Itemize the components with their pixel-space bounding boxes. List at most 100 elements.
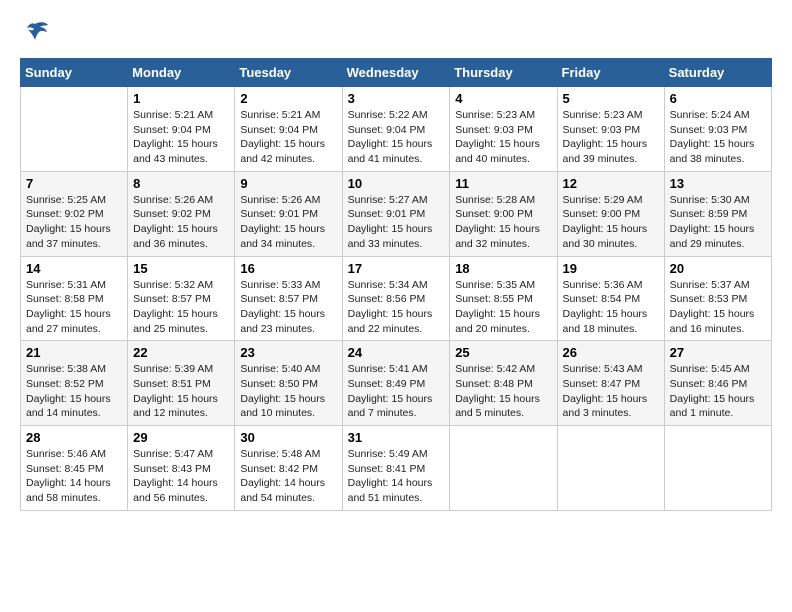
calendar-week-row: 14Sunrise: 5:31 AMSunset: 8:58 PMDayligh…	[21, 256, 772, 341]
calendar-cell: 9Sunrise: 5:26 AMSunset: 9:01 PMDaylight…	[235, 171, 342, 256]
cell-content: Sunrise: 5:48 AM	[240, 447, 336, 462]
cell-content: Daylight: 15 hours	[563, 137, 659, 152]
calendar-cell: 27 Sunrise: 5:45 AMSunset: 8:46 PMDayligh…	[664, 341, 771, 426]
cell-content: and 58 minutes.	[26, 491, 122, 506]
cell-content: Sunset: 9:01 PM	[348, 207, 445, 222]
cell-content: Daylight: 15 hours	[670, 392, 766, 407]
date-number: 19	[563, 261, 659, 276]
date-number: 13	[670, 176, 766, 191]
calendar-cell	[557, 426, 664, 511]
calendar-cell: 15Sunrise: 5:32 AMSunset: 8:57 PMDayligh…	[128, 256, 235, 341]
date-number: 15	[133, 261, 229, 276]
calendar-cell: 10Sunrise: 5:27 AMSunset: 9:01 PMDayligh…	[342, 171, 450, 256]
calendar-week-row: 28Sunrise: 5:46 AMSunset: 8:45 PMDayligh…	[21, 426, 772, 511]
cell-content: Sunrise: 5:23 AM	[455, 108, 551, 123]
calendar-cell: 26 Sunrise: 5:43 AMSunset: 8:47 PMDayligh…	[557, 341, 664, 426]
cell-content: and 18 minutes.	[563, 322, 659, 337]
calendar-cell: 25Sunrise: 5:42 AMSunset: 8:48 PMDayligh…	[450, 341, 557, 426]
cell-content: Daylight: 15 hours	[26, 222, 122, 237]
cell-content: Sunrise: 5:49 AM	[348, 447, 445, 462]
cell-content: Sunset: 9:03 PM	[563, 123, 659, 138]
calendar-cell: 4Sunrise: 5:23 AMSunset: 9:03 PMDaylight…	[450, 87, 557, 172]
calendar-day-header: Sunday	[21, 59, 128, 87]
cell-content: Sunrise: 5:30 AM	[670, 193, 766, 208]
calendar-cell: 7Sunrise: 5:25 AMSunset: 9:02 PMDaylight…	[21, 171, 128, 256]
cell-content: and 33 minutes.	[348, 237, 445, 252]
date-number: 7	[26, 176, 122, 191]
cell-content: Sunset: 8:54 PM	[563, 292, 659, 307]
date-number: 1	[133, 91, 229, 106]
calendar-week-row: 21Sunrise: 5:38 AMSunset: 8:52 PMDayligh…	[21, 341, 772, 426]
cell-content: Sunrise: 5:40 AM	[240, 362, 336, 377]
cell-content: Sunrise: 5:33 AM	[240, 278, 336, 293]
calendar-cell: 11Sunrise: 5:28 AMSunset: 9:00 PMDayligh…	[450, 171, 557, 256]
date-number: 10	[348, 176, 445, 191]
cell-content: and 34 minutes.	[240, 237, 336, 252]
cell-content: Daylight: 15 hours	[563, 392, 659, 407]
cell-content: Daylight: 15 hours	[133, 307, 229, 322]
cell-content: Daylight: 15 hours	[670, 222, 766, 237]
cell-content: and 51 minutes.	[348, 491, 445, 506]
date-number: 27	[670, 345, 766, 360]
calendar-week-row: 7Sunrise: 5:25 AMSunset: 9:02 PMDaylight…	[21, 171, 772, 256]
cell-content: Sunrise: 5:35 AM	[455, 278, 551, 293]
calendar-cell: 29Sunrise: 5:47 AMSunset: 8:43 PMDayligh…	[128, 426, 235, 511]
date-number: 20	[670, 261, 766, 276]
calendar-day-header: Monday	[128, 59, 235, 87]
date-number: 18	[455, 261, 551, 276]
cell-content: Sunrise: 5:28 AM	[455, 193, 551, 208]
cell-content: and 7 minutes.	[348, 406, 445, 421]
date-number: 14	[26, 261, 122, 276]
calendar-cell: 22Sunrise: 5:39 AMSunset: 8:51 PMDayligh…	[128, 341, 235, 426]
cell-content: Daylight: 15 hours	[133, 222, 229, 237]
cell-content: Sunset: 9:02 PM	[133, 207, 229, 222]
cell-content: and 10 minutes.	[240, 406, 336, 421]
cell-content: and 5 minutes.	[455, 406, 551, 421]
date-number: 2	[240, 91, 336, 106]
cell-content: Sunset: 8:43 PM	[133, 462, 229, 477]
date-number: 26	[563, 345, 659, 360]
cell-content: Sunset: 8:45 PM	[26, 462, 122, 477]
cell-content: and 43 minutes.	[133, 152, 229, 167]
date-number: 24	[348, 345, 445, 360]
cell-content: Sunrise: 5:23 AM	[563, 108, 659, 123]
calendar-cell: 24Sunrise: 5:41 AMSunset: 8:49 PMDayligh…	[342, 341, 450, 426]
cell-content: Sunset: 8:47 PM	[563, 377, 659, 392]
date-number: 12	[563, 176, 659, 191]
cell-content: Sunset: 9:01 PM	[240, 207, 336, 222]
cell-content: Sunset: 8:46 PM	[670, 377, 766, 392]
cell-content: and 40 minutes.	[455, 152, 551, 167]
calendar-cell: 19Sunrise: 5:36 AMSunset: 8:54 PMDayligh…	[557, 256, 664, 341]
cell-content: Sunrise: 5:43 AM	[563, 362, 659, 377]
calendar-cell	[450, 426, 557, 511]
calendar-header-row: SundayMondayTuesdayWednesdayThursdayFrid…	[21, 59, 772, 87]
cell-content: Sunset: 9:03 PM	[670, 123, 766, 138]
cell-content: Sunrise: 5:26 AM	[133, 193, 229, 208]
cell-content: and 25 minutes.	[133, 322, 229, 337]
cell-content: Sunrise: 5:45 AM	[670, 362, 766, 377]
cell-content: Sunrise: 5:32 AM	[133, 278, 229, 293]
cell-content: Sunrise: 5:21 AM	[240, 108, 336, 123]
date-number: 28	[26, 430, 122, 445]
date-number: 30	[240, 430, 336, 445]
calendar-cell: 12Sunrise: 5:29 AMSunset: 9:00 PMDayligh…	[557, 171, 664, 256]
cell-content: Daylight: 15 hours	[133, 392, 229, 407]
cell-content: Sunrise: 5:22 AM	[348, 108, 445, 123]
calendar-day-header: Thursday	[450, 59, 557, 87]
cell-content: and 41 minutes.	[348, 152, 445, 167]
cell-content: Sunset: 8:50 PM	[240, 377, 336, 392]
cell-content: Daylight: 15 hours	[348, 392, 445, 407]
cell-content: Daylight: 15 hours	[348, 307, 445, 322]
date-number: 8	[133, 176, 229, 191]
calendar-cell: 3Sunrise: 5:22 AMSunset: 9:04 PMDaylight…	[342, 87, 450, 172]
cell-content: Sunrise: 5:26 AM	[240, 193, 336, 208]
cell-content: Sunset: 9:02 PM	[26, 207, 122, 222]
cell-content: Daylight: 15 hours	[348, 137, 445, 152]
cell-content: and 36 minutes.	[133, 237, 229, 252]
cell-content: Sunset: 8:49 PM	[348, 377, 445, 392]
calendar-day-header: Saturday	[664, 59, 771, 87]
cell-content: Sunset: 8:53 PM	[670, 292, 766, 307]
cell-content: and 27 minutes.	[26, 322, 122, 337]
date-number: 29	[133, 430, 229, 445]
cell-content: Sunset: 9:00 PM	[455, 207, 551, 222]
